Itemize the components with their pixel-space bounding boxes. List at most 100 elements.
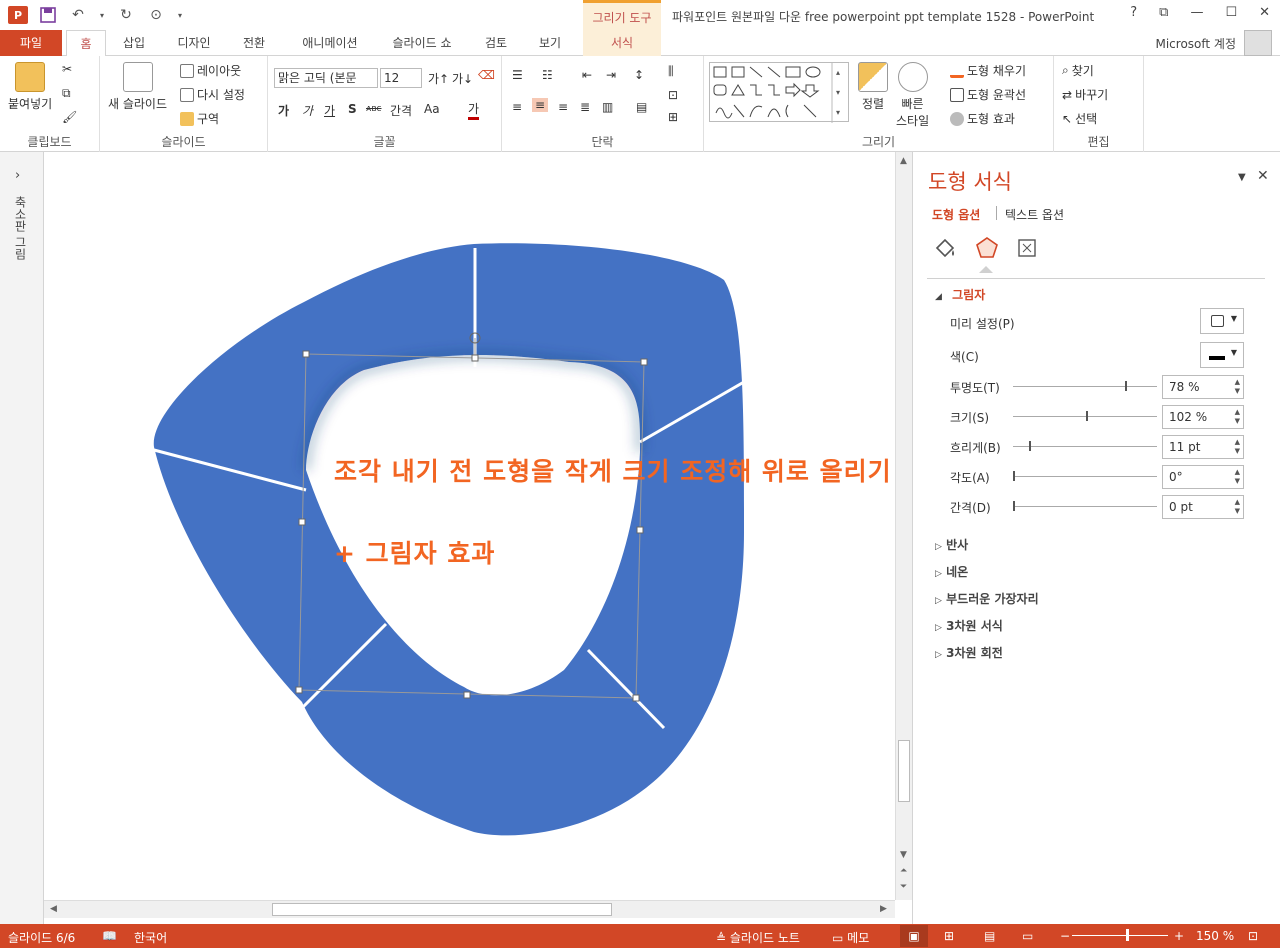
pane-close-icon[interactable]: ✕: [1257, 168, 1269, 184]
reading-view-icon[interactable]: ▤: [984, 929, 995, 943]
cut-button[interactable]: ✂: [62, 62, 72, 76]
normal-view-icon[interactable]: ▣: [900, 925, 928, 947]
scroll-left-icon[interactable]: ◀: [50, 904, 57, 914]
slide-sorter-icon[interactable]: ⊞: [944, 929, 954, 943]
distance-slider[interactable]: [1013, 501, 1157, 511]
tab-review[interactable]: 검토: [474, 30, 518, 56]
zoom-in-icon[interactable]: +: [1174, 929, 1184, 943]
expand-thumbnails-icon[interactable]: ›: [15, 168, 20, 183]
maximize-icon[interactable]: ☐: [1225, 5, 1237, 20]
tab-design[interactable]: 디자인: [166, 30, 222, 56]
numbering-icon[interactable]: ☷: [542, 68, 553, 82]
font-family-select[interactable]: 맑은 고딕 (본문: [274, 68, 378, 88]
tab-file[interactable]: 파일: [0, 30, 62, 56]
fit-slide-icon[interactable]: ⊡: [1248, 929, 1258, 943]
italic-button[interactable]: 가: [302, 102, 313, 119]
start-slideshow-icon[interactable]: ⊙: [146, 6, 166, 24]
3d-format-section-header[interactable]: ▷ 3차원 서식: [935, 617, 1003, 634]
distance-input[interactable]: 0 pt ▲ ▼: [1162, 495, 1244, 519]
decrease-indent-icon[interactable]: ⇤: [582, 68, 592, 82]
columns-icon[interactable]: ▤: [636, 100, 647, 114]
save-icon[interactable]: [38, 6, 58, 24]
slide-canvas[interactable]: 조각 내기 전 도형을 작게 크기 조정해 위로 올리기 + 그림자 효과: [44, 152, 895, 900]
shape-fill-button[interactable]: 도형 채우기: [950, 62, 1026, 79]
new-slide-button[interactable]: 새 슬라이드: [108, 62, 167, 112]
angle-input[interactable]: 0° ▲ ▼: [1162, 465, 1244, 489]
underline-button[interactable]: 가: [324, 102, 335, 119]
spin-arrows-icon[interactable]: ▲ ▼: [1235, 468, 1240, 486]
blur-slider[interactable]: [1013, 441, 1157, 451]
undo-dropdown-icon[interactable]: ▾: [98, 6, 106, 24]
increase-indent-icon[interactable]: ⇥: [606, 68, 616, 82]
close-icon[interactable]: ✕: [1259, 5, 1270, 20]
distance-slider-thumb[interactable]: [1013, 501, 1015, 511]
format-painter-button[interactable]: 🖌: [62, 110, 77, 124]
copy-button[interactable]: ⧉: [62, 86, 71, 101]
effects-icon[interactable]: [973, 234, 1001, 262]
horizontal-scrollbar[interactable]: ◀ ▶: [44, 900, 895, 918]
smartart-icon[interactable]: ⊞: [668, 110, 678, 124]
char-spacing-button[interactable]: 간격: [390, 102, 412, 119]
section-button[interactable]: 구역: [180, 110, 219, 127]
transparency-slider-thumb[interactable]: [1125, 381, 1127, 391]
tab-format[interactable]: 서식: [583, 30, 661, 56]
replace-button[interactable]: ⇄ 바꾸기: [1062, 86, 1108, 103]
comments-button[interactable]: ▭ 메모: [832, 929, 869, 946]
bullets-icon[interactable]: ☰: [512, 68, 523, 82]
customize-qat-icon[interactable]: ▾: [176, 6, 184, 24]
font-size-select[interactable]: 12: [380, 68, 422, 88]
align-left-icon[interactable]: ≡: [512, 100, 522, 114]
size-slider-thumb[interactable]: [1086, 411, 1088, 421]
font-color-button[interactable]: 가: [468, 100, 480, 120]
account-button[interactable]: Microsoft 계정: [1155, 35, 1236, 52]
layout-button[interactable]: 레이아웃: [180, 62, 241, 79]
horizontal-scroll-thumb[interactable]: [272, 903, 612, 916]
shapes-gallery[interactable]: ▴ ▾ ▾: [709, 62, 849, 123]
reflection-section-header[interactable]: ▷ 반사: [935, 536, 968, 553]
shadow-text-button[interactable]: S: [348, 102, 357, 116]
redo-icon[interactable]: ↻: [116, 6, 136, 24]
tab-slideshow[interactable]: 슬라이드 쇼: [382, 30, 462, 56]
scroll-up-icon[interactable]: ▲: [900, 156, 907, 166]
size-input[interactable]: 102 % ▲ ▼: [1162, 405, 1244, 429]
vertical-scroll-thumb[interactable]: [898, 740, 910, 802]
scroll-right-icon[interactable]: ▶: [880, 904, 887, 914]
soft-edges-section-header[interactable]: ▷ 부드러운 가장자리: [935, 590, 1039, 607]
spin-arrows-icon[interactable]: ▲ ▼: [1235, 498, 1240, 516]
zoom-level[interactable]: 150 %: [1196, 929, 1234, 943]
glow-section-header[interactable]: ▷ 네온: [935, 563, 968, 580]
angle-slider[interactable]: [1013, 471, 1157, 481]
align-center-icon[interactable]: ≡: [532, 98, 549, 112]
thumbnail-pane-collapsed[interactable]: › 축소판 그림: [0, 152, 44, 924]
notes-button[interactable]: ≜ 슬라이드 노트: [716, 929, 800, 946]
angle-slider-thumb[interactable]: [1013, 471, 1015, 481]
find-button[interactable]: ⌕ 찾기: [1062, 62, 1094, 79]
size-properties-icon[interactable]: [1013, 234, 1041, 262]
scroll-down-icon[interactable]: ▼: [900, 850, 907, 860]
transparency-slider[interactable]: [1013, 381, 1157, 391]
tab-text-options[interactable]: 텍스트 옵션: [1005, 206, 1064, 223]
justify-icon[interactable]: ≣: [580, 100, 590, 114]
transparency-input[interactable]: 78 % ▲ ▼: [1162, 375, 1244, 399]
tab-shape-options[interactable]: 도형 옵션: [932, 206, 980, 223]
spin-arrows-icon[interactable]: ▲ ▼: [1235, 378, 1240, 396]
grow-font-icon[interactable]: 가↑: [428, 70, 449, 87]
size-slider[interactable]: [1013, 411, 1157, 421]
align-right-icon[interactable]: ≡: [558, 100, 568, 114]
line-spacing-icon[interactable]: ↕: [634, 68, 644, 82]
tab-view[interactable]: 보기: [528, 30, 572, 56]
color-dropdown[interactable]: ▼: [1200, 342, 1244, 368]
paste-button[interactable]: 붙여넣기: [8, 62, 52, 112]
spell-check-icon[interactable]: 📖: [102, 929, 117, 943]
next-slide-icon[interactable]: ⏷: [900, 882, 907, 892]
tab-home[interactable]: 홈: [66, 30, 106, 57]
vertical-scrollbar[interactable]: ▲ ▼ ⏶ ⏷: [895, 152, 912, 900]
undo-icon[interactable]: ↶: [68, 6, 88, 24]
prev-slide-icon[interactable]: ⏶: [900, 866, 907, 876]
blur-input[interactable]: 11 pt ▲ ▼: [1162, 435, 1244, 459]
strikethrough-button[interactable]: ᴀʙᴄ: [366, 104, 382, 114]
distributed-icon[interactable]: ▥: [602, 100, 613, 114]
tab-animations[interactable]: 애니메이션: [288, 30, 372, 56]
reset-button[interactable]: 다시 설정: [180, 86, 245, 103]
ribbon-display-options-icon[interactable]: ⧉: [1159, 5, 1168, 20]
